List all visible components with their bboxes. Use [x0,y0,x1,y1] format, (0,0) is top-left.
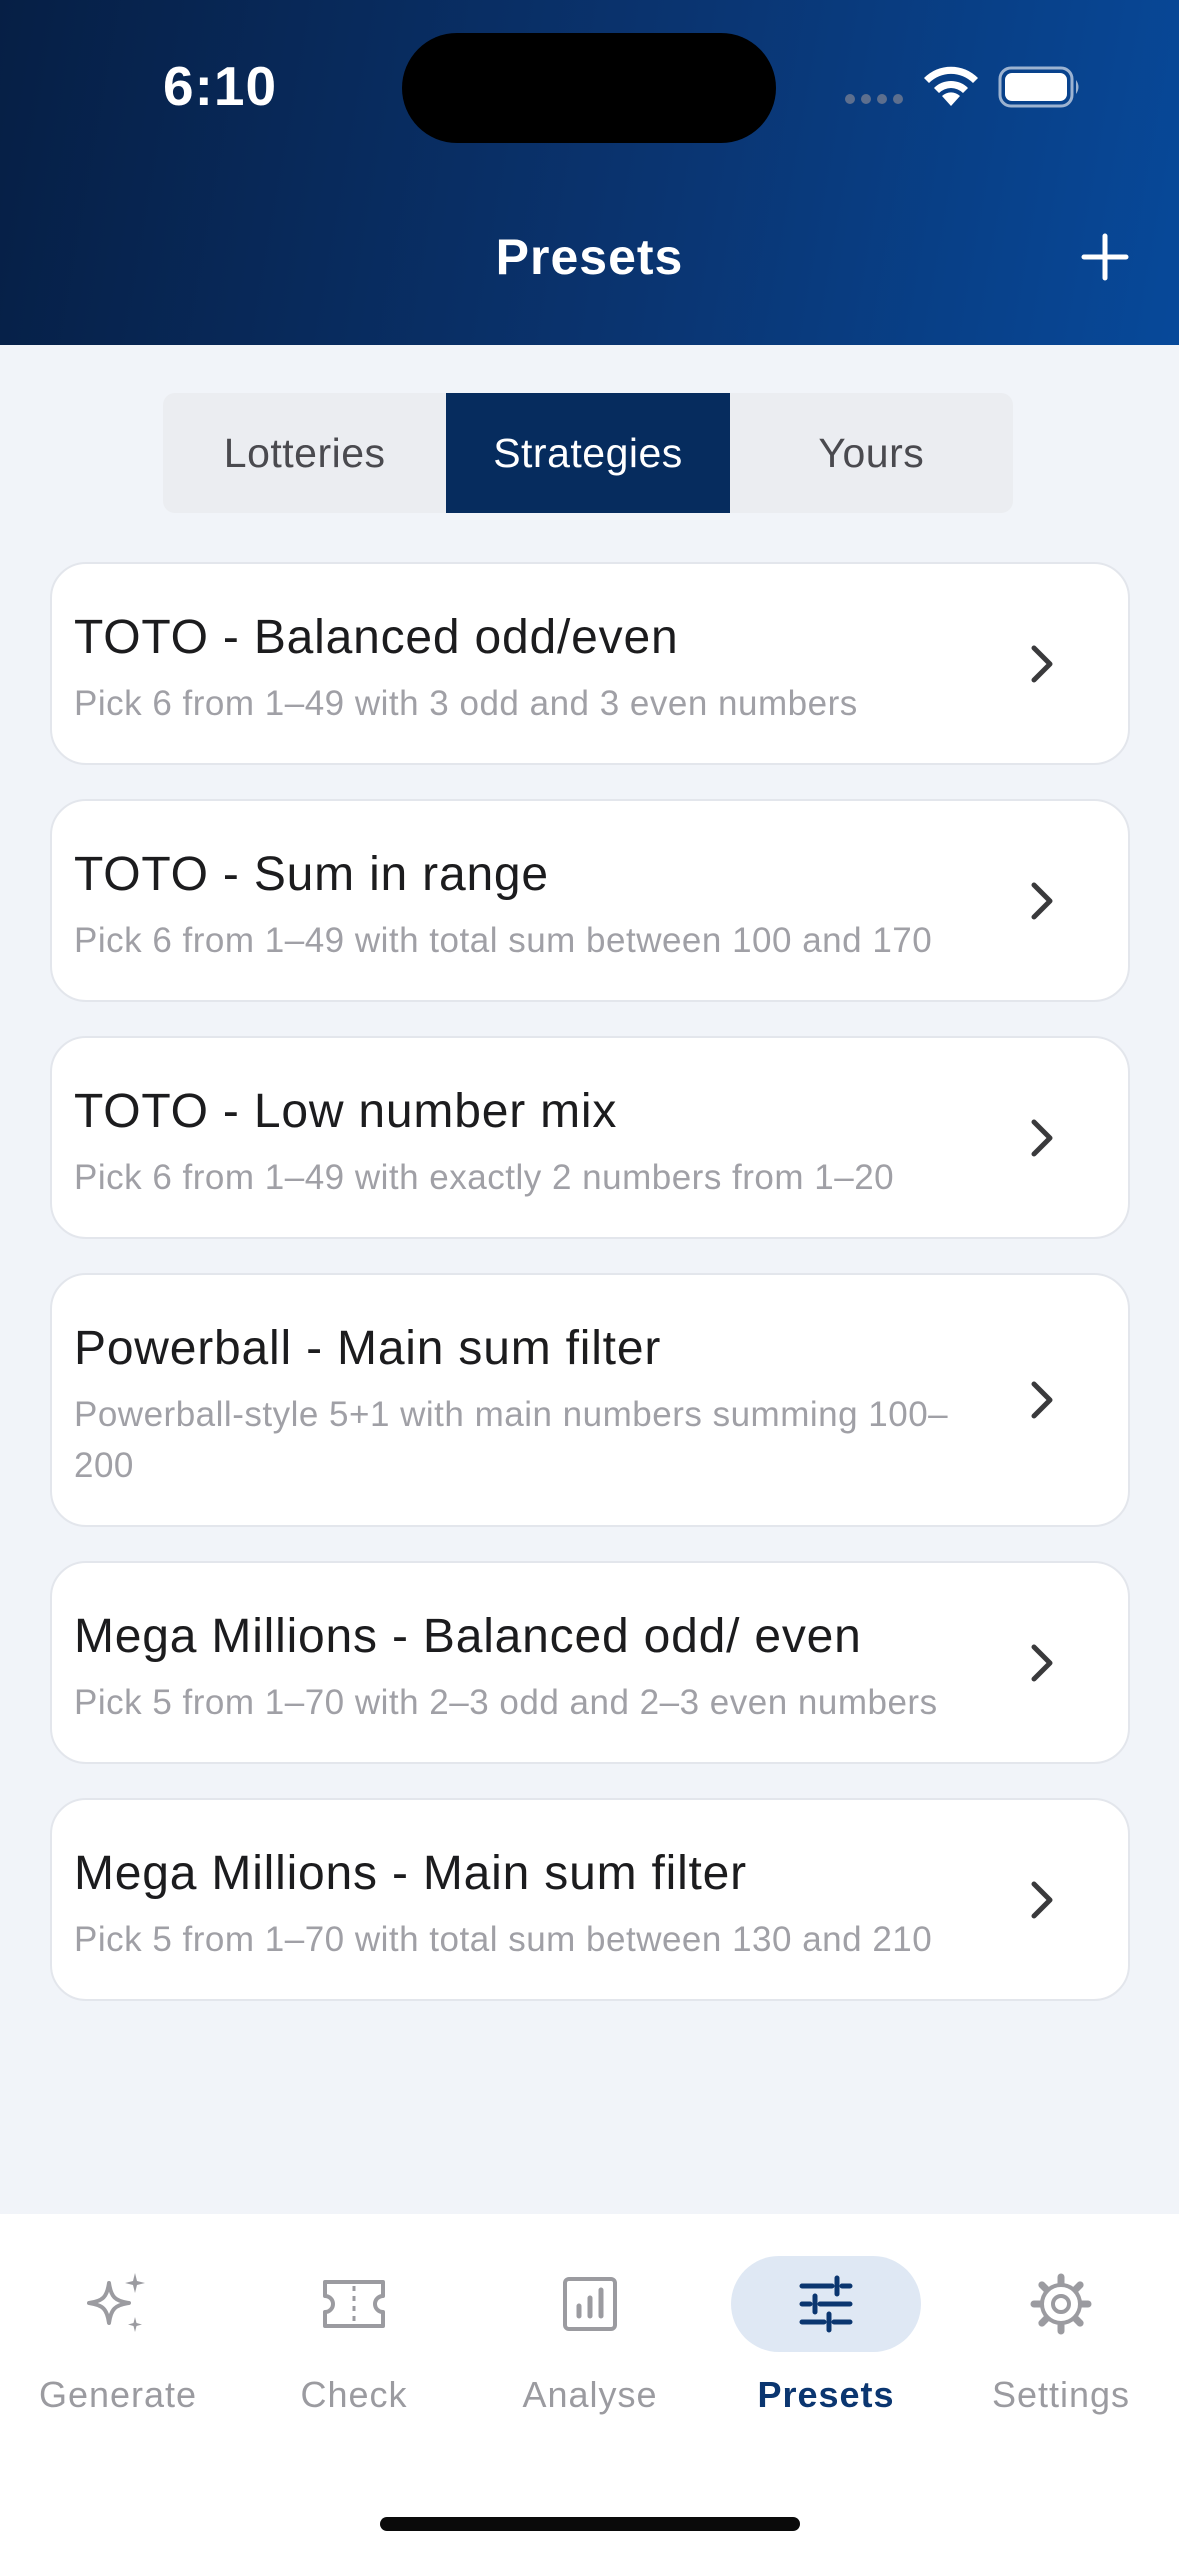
preset-description: Powerball-style 5+1 with main numbers su… [74,1395,949,1485]
preset-description: Pick 6 from 1–49 with total sum between … [74,921,933,960]
chevron-right-icon [1031,1119,1053,1156]
nav-label: Presets [757,2374,895,2415]
wifi-icon [924,66,978,106]
chevron-right-icon [1031,1881,1053,1918]
ticket-icon [323,2280,385,2328]
preset-card[interactable]: Mega Millions - Main sum filter Pick 5 f… [50,1798,1130,2001]
preset-list: TOTO - Balanced odd/even Pick 6 from 1–4… [50,562,1130,2214]
status-time: 6:10 [163,55,278,117]
preset-card[interactable]: TOTO - Balanced odd/even Pick 6 from 1–4… [50,562,1130,765]
preset-description: Pick 5 from 1–70 with total sum between … [74,1920,933,1959]
preset-description: Pick 6 from 1–49 with 3 odd and 3 even n… [74,684,858,723]
preset-description: Pick 6 from 1–49 with exactly 2 numbers … [74,1158,895,1197]
preset-title: TOTO - Sum in range [74,848,549,901]
chevron-right-icon [1031,1644,1053,1681]
preset-card[interactable]: Powerball - Main sum filter Powerball-st… [50,1273,1130,1527]
nav-analyse[interactable]: Analyse [472,2256,708,2416]
dynamic-island [402,33,776,143]
bottom-tab-bar: Generate Check Analyse Presets Settings [0,2214,1179,2556]
tab-strategies[interactable]: Strategies [446,393,730,513]
preset-card[interactable]: Mega Millions - Balanced odd/ even Pick … [50,1561,1130,1764]
nav-label: Analyse [522,2374,658,2415]
nav-check[interactable]: Check [236,2256,472,2416]
header-bar: 6:10 Presets [0,0,1179,345]
chart-icon [563,2277,617,2331]
nav-label: Generate [38,2374,198,2415]
chevron-right-icon [1031,882,1053,919]
preset-title: Powerball - Main sum filter [74,1322,662,1375]
chevron-right-icon [1031,645,1053,682]
battery-icon [998,66,1079,108]
preset-description: Pick 5 from 1–70 with 2–3 odd and 2–3 ev… [74,1683,938,1722]
tab-lotteries[interactable]: Lotteries [163,393,446,513]
nav-settings[interactable]: Settings [943,2256,1179,2416]
page-title: Presets [495,229,684,285]
tab-yours[interactable]: Yours [730,393,1013,513]
nav-label: Settings [991,2374,1131,2415]
nav-label: Check [300,2374,408,2415]
nav-generate[interactable]: Generate [0,2256,236,2416]
sparkles-icon [87,2273,145,2332]
preset-title: TOTO - Balanced odd/even [74,611,679,664]
gear-icon [1030,2273,1092,2335]
nav-presets[interactable]: Presets [708,2256,944,2416]
home-indicator [380,2517,800,2531]
sliders-icon [799,2275,853,2333]
segmented-control: Lotteries Strategies Yours [163,393,1013,513]
chevron-right-icon [1031,1381,1053,1419]
cellular-signal-icon [845,94,903,104]
preset-title: Mega Millions - Balanced odd/ even [74,1610,862,1663]
preset-card[interactable]: TOTO - Sum in range Pick 6 from 1–49 wit… [50,799,1130,1002]
preset-title: TOTO - Low number mix [74,1085,618,1138]
add-preset-button[interactable] [1080,232,1130,282]
preset-title: Mega Millions - Main sum filter [74,1847,747,1900]
preset-card[interactable]: TOTO - Low number mix Pick 6 from 1–49 w… [50,1036,1130,1239]
